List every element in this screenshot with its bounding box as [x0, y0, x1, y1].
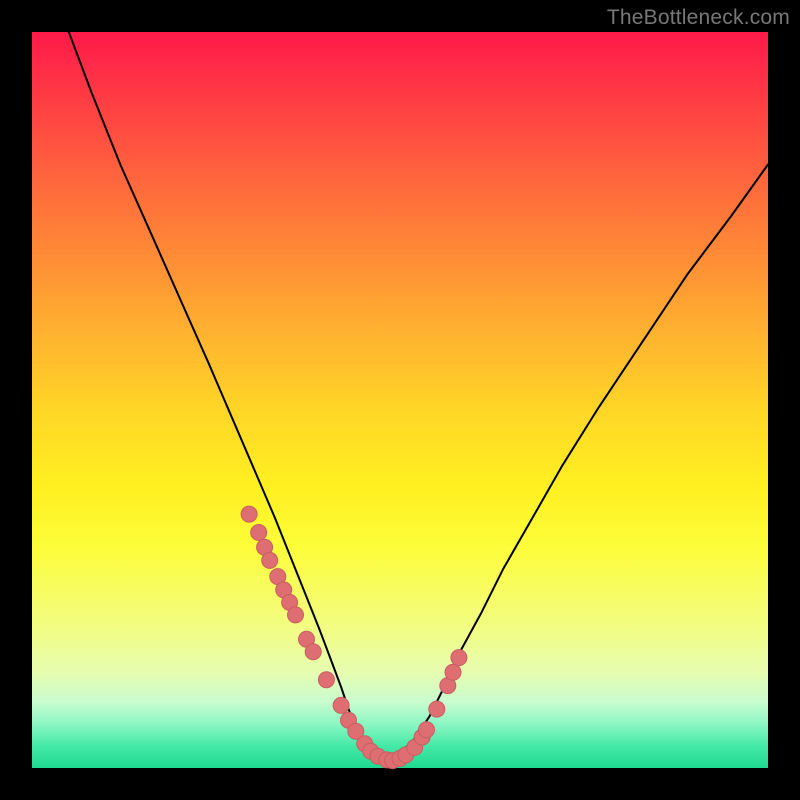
chart-container: TheBottleneck.com — [0, 0, 800, 800]
dot — [419, 722, 435, 738]
highlight-dots — [241, 506, 467, 768]
dot — [429, 701, 445, 717]
plot-area — [32, 32, 768, 768]
bottleneck-curve — [69, 32, 768, 761]
curve-layer — [32, 32, 768, 768]
watermark-text: TheBottleneck.com — [607, 6, 790, 30]
dot — [333, 697, 349, 713]
dot — [288, 607, 304, 623]
dot — [305, 644, 321, 660]
dot — [262, 552, 278, 568]
dot — [318, 672, 334, 688]
dot — [451, 650, 467, 666]
dot — [251, 525, 267, 541]
dot — [445, 664, 461, 680]
dot — [241, 506, 257, 522]
